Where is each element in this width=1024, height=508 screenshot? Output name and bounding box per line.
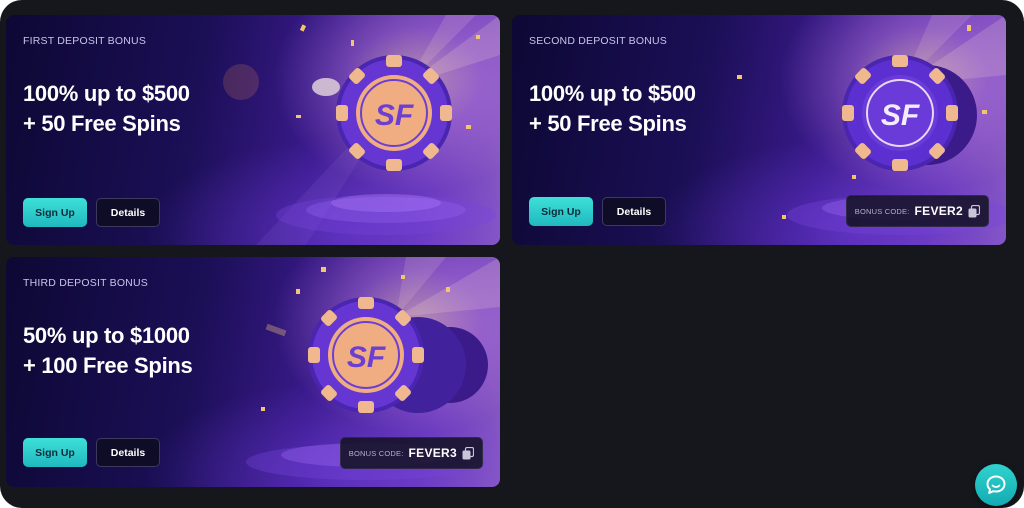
promotions-page: SF FIRST DEPOSIT BONUS 100% up to $500 +… [0,0,1024,508]
promo-title-line-1: 100% up to $500 [23,81,190,106]
promo-label: SECOND DEPOSIT BONUS [529,35,667,47]
svg-text:SF: SF [347,341,386,374]
details-button[interactable]: Details [602,197,666,226]
promo-title: 50% up to $1000 + 100 Free Spins [23,321,283,381]
sign-up-button[interactable]: Sign Up [23,438,87,467]
chip-logo-icon: SF [308,297,488,413]
copy-icon[interactable] [462,446,474,460]
details-button[interactable]: Details [96,198,160,227]
sign-up-button[interactable]: Sign Up [529,197,593,226]
promo-title-line-2: + 50 Free Spins [23,111,181,136]
chat-button[interactable] [975,464,1017,506]
bonus-code-box[interactable]: BONUS CODE: FEVER3 [339,437,483,469]
promo-title-line-1: 50% up to $1000 [23,323,190,348]
bonus-code-value: FEVER3 [408,446,457,460]
promo-label: THIRD DEPOSIT BONUS [23,277,148,289]
chip-logo-icon: SF [842,55,977,171]
bonus-code-box[interactable]: BONUS CODE: FEVER2 [845,195,989,227]
details-button[interactable]: Details [96,438,160,467]
svg-text:SF: SF [881,99,920,132]
promo-title-line-2: + 50 Free Spins [529,111,687,136]
bonus-code-label: BONUS CODE: [348,448,404,458]
promo-title-line-2: + 100 Free Spins [23,353,193,378]
chat-bubble-icon [986,475,1006,494]
chip-logo-icon: SF [312,55,452,171]
promo-title-line-1: 100% up to $500 [529,81,696,106]
promo-card-third-deposit: SF THIRD DEPOSIT BONUS 50% up to $1000 +… [6,257,500,487]
promo-card-second-deposit: SF SECOND DEPOSIT BONUS 100% up to $500 … [512,15,1006,245]
bonus-code-label: BONUS CODE: [854,206,910,216]
svg-text:SF: SF [375,99,414,132]
promo-title: 100% up to $500 + 50 Free Spins [23,79,283,139]
sign-up-button[interactable]: Sign Up [23,198,87,227]
promo-label: FIRST DEPOSIT BONUS [23,35,147,47]
bonus-code-value: FEVER2 [914,204,963,218]
promo-title: 100% up to $500 + 50 Free Spins [529,79,789,139]
promo-card-first-deposit: SF FIRST DEPOSIT BONUS 100% up to $500 +… [6,15,500,245]
copy-icon[interactable] [968,204,980,218]
